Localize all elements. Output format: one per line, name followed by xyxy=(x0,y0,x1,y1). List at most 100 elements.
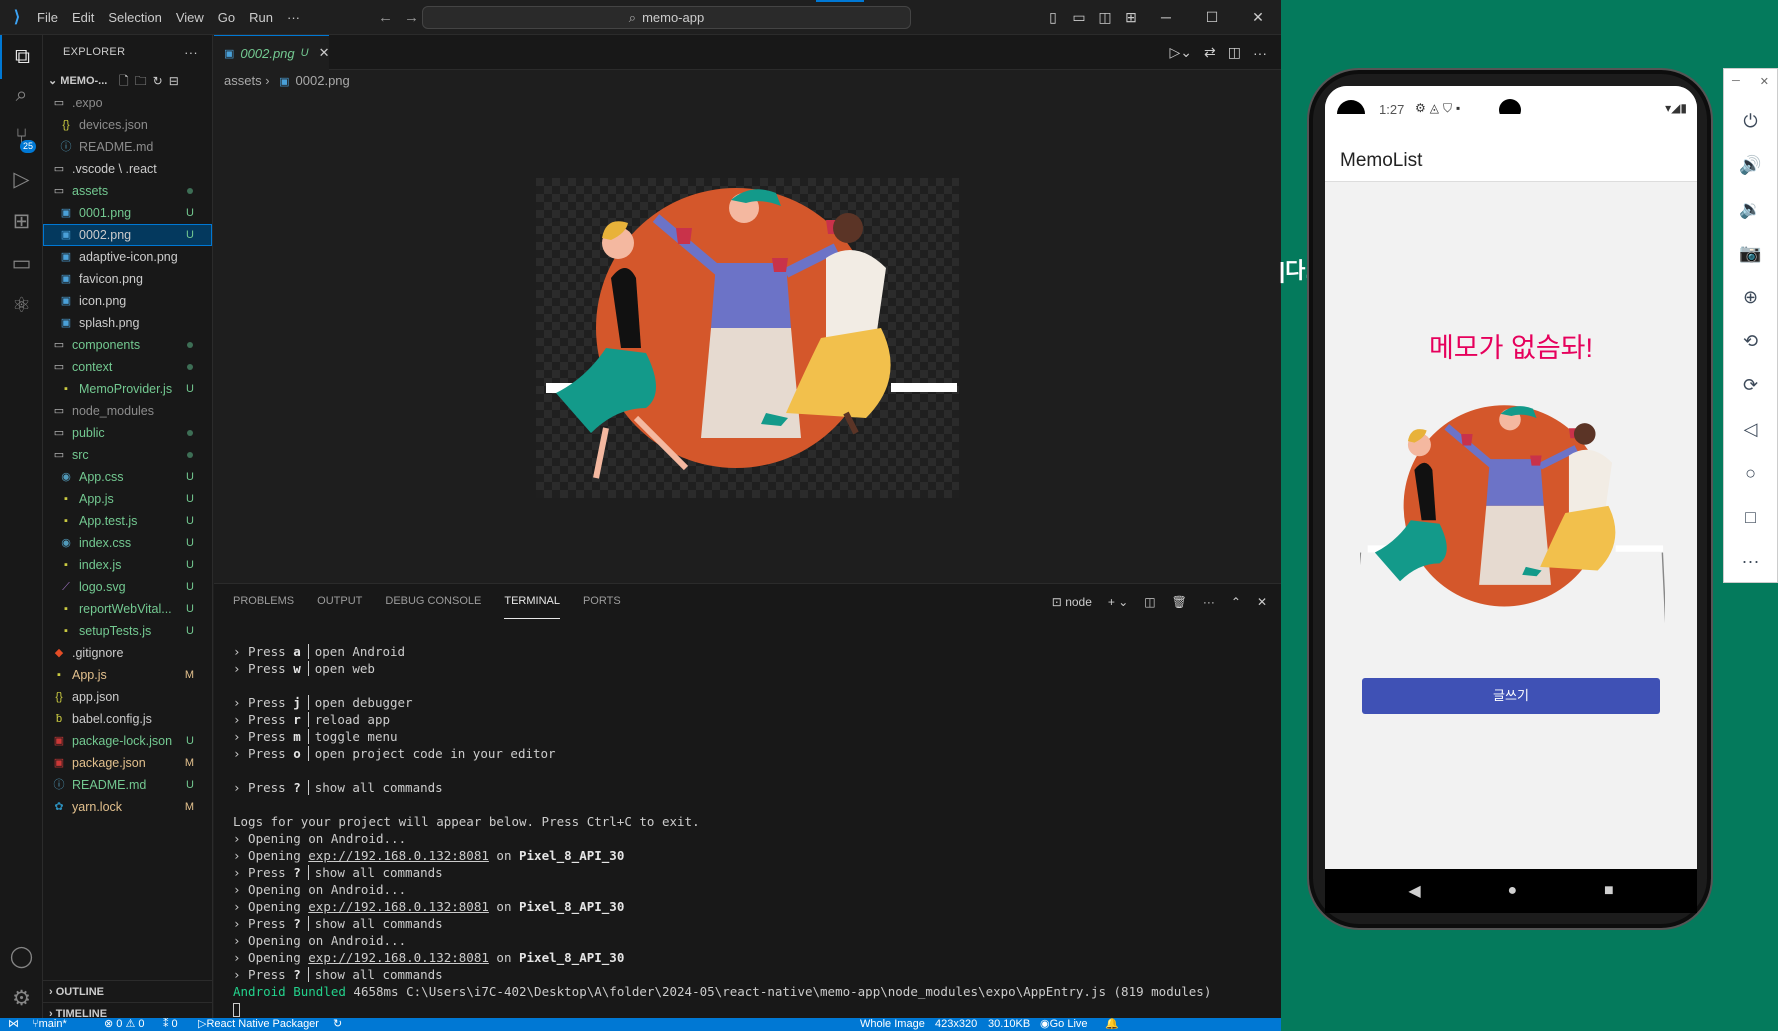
tree-item[interactable]: ▭ public xyxy=(43,422,212,444)
tree-item[interactable]: ▪ reportWebVital... U xyxy=(43,598,212,620)
close-panel-icon[interactable]: ✕ xyxy=(1257,595,1267,609)
accounts-icon[interactable]: ◯ xyxy=(0,934,43,978)
tab-debug-console[interactable]: DEBUG CONSOLE xyxy=(385,585,481,618)
write-button[interactable]: 글쓰기 xyxy=(1362,678,1660,714)
breadcrumb-folder[interactable]: assets xyxy=(224,73,262,88)
tab-problems[interactable]: PROBLEMS xyxy=(233,585,294,618)
tree-item[interactable]: ƀ babel.config.js xyxy=(43,708,212,730)
tree-item[interactable]: ◉ App.css U xyxy=(43,466,212,488)
menu-run[interactable]: Run xyxy=(242,0,280,35)
home-icon[interactable]: ○ xyxy=(1724,451,1777,495)
menu-more[interactable]: ··· xyxy=(280,0,307,35)
menu-file[interactable]: File xyxy=(30,0,65,35)
tree-item[interactable]: ▣ adaptive-icon.png xyxy=(43,246,212,268)
explorer-more-icon[interactable]: ··· xyxy=(184,35,198,70)
tree-item[interactable]: ▪ App.test.js U xyxy=(43,510,212,532)
emulator-close-icon[interactable]: ✕ xyxy=(1760,75,1769,93)
tree-item[interactable]: ▭ src xyxy=(43,444,212,466)
tree-item[interactable]: ▣ package-lock.json U xyxy=(43,730,212,752)
menu-view[interactable]: View xyxy=(169,0,211,35)
menu-selection[interactable]: Selection xyxy=(101,0,168,35)
tree-item[interactable]: ▣ 0002.png U xyxy=(43,224,212,246)
tree-item[interactable]: ▣ splash.png xyxy=(43,312,212,334)
maximize-icon[interactable]: ☐ xyxy=(1189,0,1235,35)
search-view-icon[interactable]: ⌕ xyxy=(0,73,43,117)
back-arrow-icon[interactable]: ← xyxy=(372,9,399,26)
toggle-sidebar-icon[interactable]: ▯ xyxy=(1040,9,1066,26)
extensions-icon[interactable]: ⊞ xyxy=(0,199,43,243)
menu-go[interactable]: Go xyxy=(211,0,242,35)
tree-item[interactable]: ▣ favicon.png xyxy=(43,268,212,290)
tree-item[interactable]: ✿ yarn.lock M xyxy=(43,796,212,818)
tree-item[interactable]: ◉ index.css U xyxy=(43,532,212,554)
terminal-shell[interactable]: ⊡ node xyxy=(1052,595,1092,609)
minimize-icon[interactable]: ─ xyxy=(1143,0,1189,35)
rotate-left-icon[interactable]: ⟲ xyxy=(1724,319,1777,363)
source-control-icon[interactable]: ⑂ 25 xyxy=(0,115,43,159)
tree-item[interactable]: ⓘ README.md xyxy=(43,136,212,158)
tree-item[interactable]: {} app.json xyxy=(43,686,212,708)
collapse-all-icon[interactable]: ⊟ xyxy=(169,74,185,88)
react-native-icon[interactable]: ⚛ xyxy=(0,283,43,327)
terminal-output[interactable]: › Press a open Android › Press w open web › … xyxy=(233,643,1281,1017)
emulator-minimize-icon[interactable]: ─ xyxy=(1732,75,1740,93)
forward-arrow-icon[interactable]: → xyxy=(398,9,425,26)
camera-icon[interactable]: 📷 xyxy=(1724,231,1777,275)
ports-status[interactable]: ⁑ 0 xyxy=(163,1018,178,1031)
back-icon[interactable]: ◁ xyxy=(1724,407,1777,451)
tree-item[interactable]: ▪ MemoProvider.js U xyxy=(43,378,212,400)
tree-item[interactable]: ▪ App.js U xyxy=(43,488,212,510)
close-window-icon[interactable]: ✕ xyxy=(1235,0,1281,35)
problems-status[interactable]: ⊗ 0 ⚠ 0 xyxy=(104,1018,144,1031)
run-debug-icon[interactable]: ▷ xyxy=(0,157,43,201)
editor-tab[interactable]: ▣ 0002.png U ✕ xyxy=(214,35,330,70)
tree-item[interactable]: ▭ node_modules xyxy=(43,400,212,422)
tree-item[interactable]: ▣ package.json M xyxy=(43,752,212,774)
remote-explorer-icon[interactable]: ▭ xyxy=(0,241,43,285)
maximize-panel-icon[interactable]: ⌃ xyxy=(1231,595,1241,609)
sync-icon[interactable]: ↻ xyxy=(333,1018,342,1031)
run-icon[interactable]: ▷⌄ xyxy=(1170,44,1193,61)
tree-item[interactable]: ▭ .vscode \ .react xyxy=(43,158,212,180)
rotate-right-icon[interactable]: ⟳ xyxy=(1724,363,1777,407)
customize-layout-icon[interactable]: ⊞ xyxy=(1118,9,1144,26)
command-center-search[interactable]: ⌕ memo-app xyxy=(422,6,911,29)
zoom-icon[interactable]: ⊕ xyxy=(1724,275,1777,319)
close-tab-icon[interactable]: ✕ xyxy=(319,45,330,61)
tree-item[interactable]: ▪ setupTests.js U xyxy=(43,620,212,642)
new-terminal-icon[interactable]: + ⌄ xyxy=(1108,595,1128,609)
tree-item[interactable]: ▣ 0001.png U xyxy=(43,202,212,224)
new-file-icon[interactable]: 🗋 xyxy=(119,74,135,88)
tab-terminal[interactable]: TERMINAL xyxy=(504,585,560,619)
project-root[interactable]: ⌄ MEMO-... 🗋🗀↻⊟ xyxy=(43,70,212,92)
task-status[interactable]: ▷ React Native Packager xyxy=(198,1018,319,1031)
tree-item[interactable]: ▪ index.js U xyxy=(43,554,212,576)
tree-item[interactable]: ◆ .gitignore xyxy=(43,642,212,664)
refresh-icon[interactable]: ↻ xyxy=(153,74,169,88)
open-changes-icon[interactable]: ⇄ xyxy=(1204,44,1216,61)
tab-output[interactable]: OUTPUT xyxy=(317,585,362,618)
volume-down-icon[interactable]: 🔉 xyxy=(1724,187,1777,231)
tree-item[interactable]: ▪ App.js M xyxy=(43,664,212,686)
branch-status[interactable]: ⑂ main* xyxy=(32,1018,67,1031)
settings-gear-icon[interactable]: ⚙ xyxy=(0,976,43,1020)
toggle-panel-icon[interactable]: ▭ xyxy=(1066,9,1092,26)
tree-item[interactable]: ▭ components xyxy=(43,334,212,356)
whole-image-status[interactable]: Whole Image xyxy=(860,1018,925,1031)
tree-item[interactable]: ⟋ logo.svg U xyxy=(43,576,212,598)
tree-item[interactable]: {} devices.json xyxy=(43,114,212,136)
tree-item[interactable]: ⓘ README.md U xyxy=(43,774,212,796)
overview-icon[interactable]: □ xyxy=(1724,495,1777,539)
notifications-icon[interactable]: 🔔 xyxy=(1105,1018,1119,1031)
tree-item[interactable]: ▣ icon.png xyxy=(43,290,212,312)
breadcrumb-file[interactable]: 0002.png xyxy=(296,73,350,88)
nav-home-icon[interactable]: ● xyxy=(1507,882,1517,900)
nav-recents-icon[interactable]: ■ xyxy=(1604,882,1614,900)
tree-item[interactable]: ▭ .expo xyxy=(43,92,212,114)
outline-section[interactable]: › OUTLINE xyxy=(43,980,213,1002)
new-folder-icon[interactable]: 🗀 xyxy=(135,74,153,88)
tree-item[interactable]: ▭ context xyxy=(43,356,212,378)
panel-more-icon[interactable]: ··· xyxy=(1203,595,1215,609)
nav-back-icon[interactable]: ◀ xyxy=(1408,881,1420,901)
editor-more-icon[interactable]: ··· xyxy=(1253,45,1267,61)
